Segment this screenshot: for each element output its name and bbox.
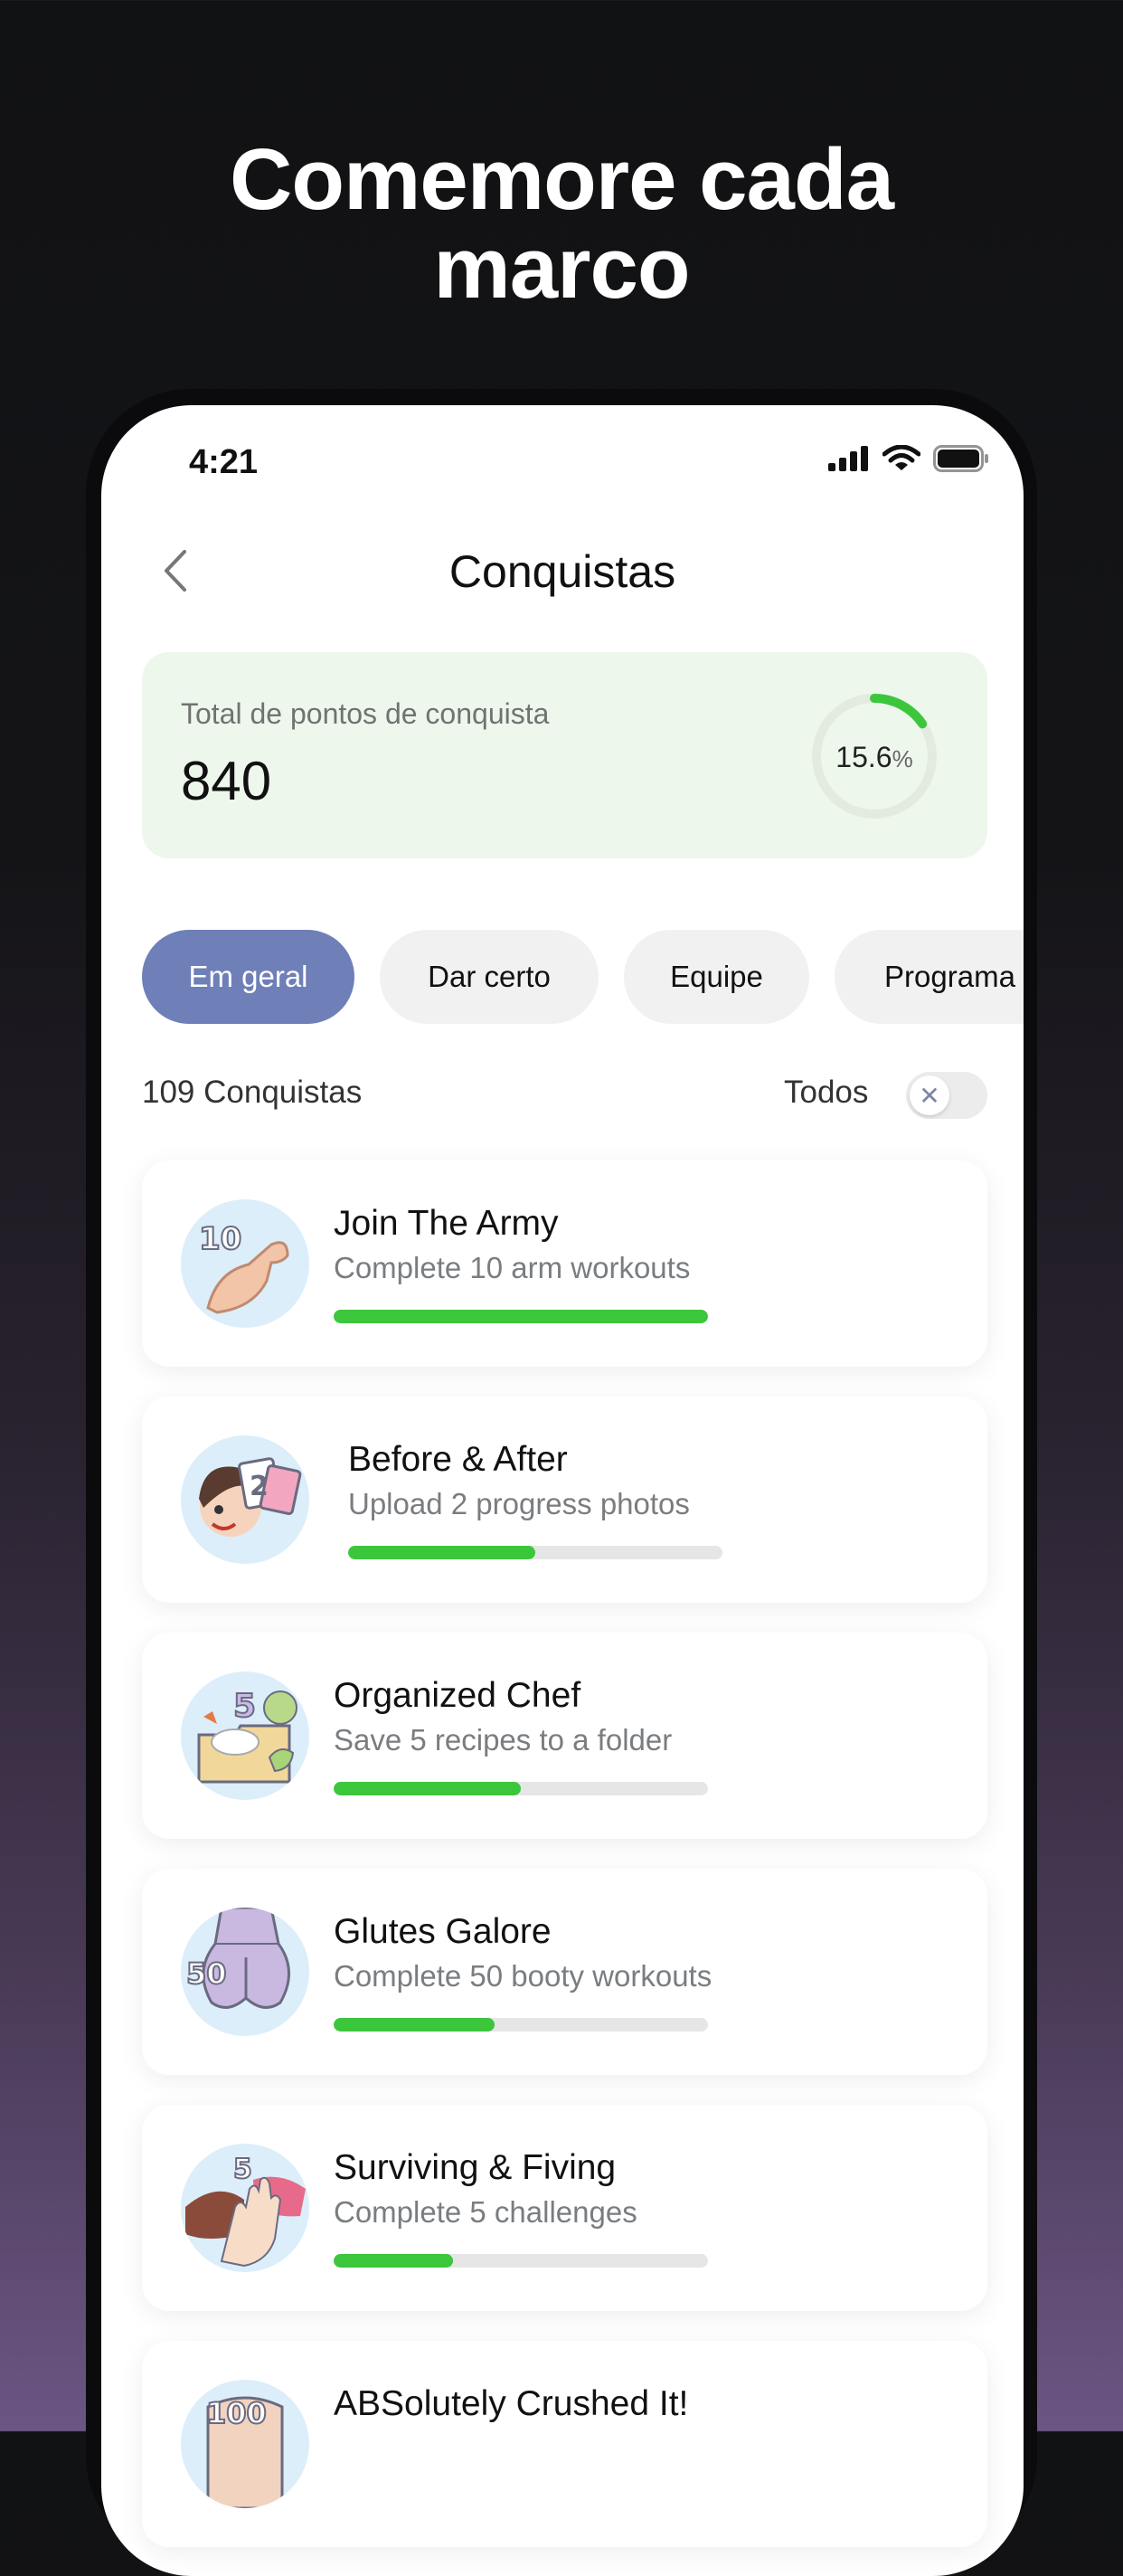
achievement-description: Upload 2 progress photos [348, 1487, 690, 1520]
filter-chips: Em geral Dar certo Equipe Programa [142, 930, 1024, 1024]
achievement-description: Save 5 recipes to a folder [334, 1723, 673, 1757]
points-label: Total de pontos de conquista [181, 697, 550, 730]
filter-chip-em-geral[interactable]: Em geral [142, 930, 354, 1024]
abs-icon: 100 [181, 2380, 309, 2508]
high-five-icon: 5 [181, 2144, 309, 2272]
todos-toggle[interactable]: ✕ [906, 1072, 987, 1119]
achievement-title: Organized Chef [334, 1676, 581, 1715]
badge-number: 5 [233, 2154, 252, 2185]
filter-chip-programa[interactable]: Programa [835, 930, 1024, 1024]
achievement-title: Surviving & Fiving [334, 2148, 617, 2187]
achievement-progress-fill [334, 1310, 708, 1323]
status-time: 4:21 [189, 443, 259, 481]
achievement-card[interactable]: 10 Join The Army Complete 10 arm workout… [142, 1160, 987, 1367]
achievement-progress-bar [334, 2018, 708, 2031]
badge-number: 2 [250, 1471, 269, 1502]
achievement-card[interactable]: 50 Glutes Galore Complete 50 booty worko… [142, 1869, 987, 2075]
points-percent-value: 15.6 [835, 741, 892, 773]
achievement-title: Join The Army [334, 1204, 559, 1243]
achievement-progress-bar [348, 1546, 722, 1559]
achievement-card[interactable]: 5 Surviving & Fiving Complete 5 challeng… [142, 2105, 987, 2311]
recipe-folder-icon: 5 [181, 1672, 309, 1800]
page-title: Conquistas [448, 546, 676, 597]
filter-chip-dar-certo[interactable]: Dar certo [380, 930, 599, 1024]
headline: Comemore cada marco [0, 136, 1123, 313]
badge-number: 50 [186, 1956, 227, 1991]
phone-screen: 4:21 Conquistas Total de pontos de conqu… [101, 405, 1024, 2576]
achievement-card[interactable]: 100 ABSolutely Crushed It! [142, 2341, 987, 2547]
selfie-photos-icon: 2 [181, 1435, 309, 1564]
glutes-icon: 50 [181, 1908, 309, 2036]
achievement-description: Complete 5 challenges [334, 2195, 637, 2229]
achievement-progress-bar [334, 2254, 708, 2268]
achievement-description: Complete 50 booty workouts [334, 1959, 712, 1993]
cellular-signal-icon [828, 446, 868, 471]
achievement-progress-bar [334, 1310, 708, 1323]
achievement-progress-bar [334, 1782, 708, 1795]
badge-number: 5 [233, 1688, 256, 1725]
battery-icon [933, 445, 988, 472]
status-icons [828, 445, 989, 472]
achievement-title: Glutes Galore [334, 1912, 552, 1951]
points-percent-sign: % [892, 745, 913, 772]
headline-line-1: Comemore cada [230, 131, 894, 228]
close-icon: ✕ [910, 1075, 949, 1115]
flexed-arm-icon: 10 [181, 1199, 309, 1328]
points-percent: 15.6% [807, 741, 942, 774]
achievement-progress-fill [348, 1546, 535, 1559]
achievement-title: Before & After [348, 1440, 568, 1479]
achievement-title: ABSolutely Crushed It! [334, 2384, 689, 2423]
filter-chip-equipe[interactable]: Equipe [624, 930, 809, 1024]
badge-number: 10 [199, 1221, 241, 1257]
achievement-card[interactable]: 2 Before & After Upload 2 progress photo… [142, 1397, 987, 1603]
points-card: Total de pontos de conquista 840 15.6% [142, 652, 987, 858]
achievement-progress-fill [334, 2254, 454, 2268]
points-value: 840 [181, 751, 272, 811]
achievement-progress-fill [334, 1782, 521, 1795]
wifi-icon [882, 445, 920, 470]
achievement-description: Complete 10 arm workouts [334, 1251, 691, 1284]
todos-label: Todos [784, 1075, 869, 1110]
achievement-count: 109 Conquistas [142, 1075, 363, 1110]
achievement-card[interactable]: 5 Organized Chef Save 5 recipes to a fol… [142, 1633, 987, 1839]
headline-line-2: marco [433, 220, 690, 317]
achievement-progress-fill [334, 2018, 495, 2031]
badge-number: 100 [206, 2396, 267, 2430]
